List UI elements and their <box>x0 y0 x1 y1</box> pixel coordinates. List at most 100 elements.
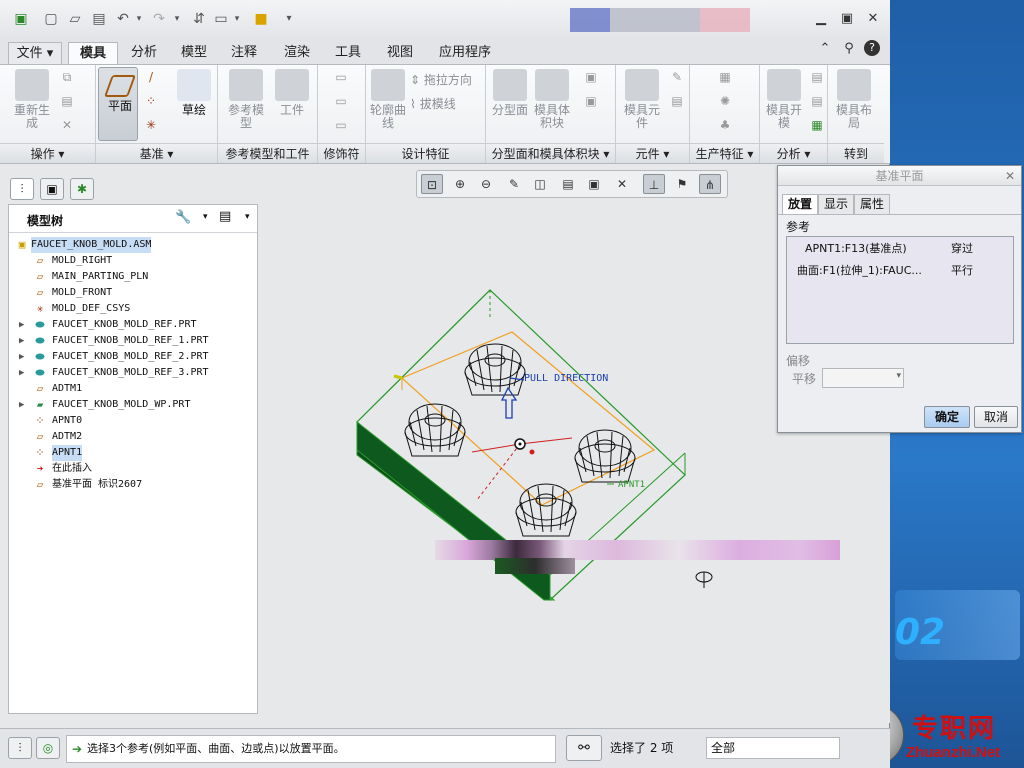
tab-tools[interactable]: 工具 <box>326 42 370 64</box>
point-icon[interactable]: ⁘ <box>142 93 160 109</box>
display-style-icon[interactable]: ◫ <box>529 174 551 194</box>
draft-line-button[interactable]: ⌇ 拔模线 <box>410 95 456 112</box>
tab-applications[interactable]: 应用程序 <box>430 42 500 64</box>
reference-model-button[interactable]: 参考模型 <box>224 69 268 130</box>
redo-icon[interactable]: ↷ <box>150 10 168 28</box>
open-file-icon[interactable]: ▱ <box>66 10 84 28</box>
mold-layout-button[interactable]: 模具布局 <box>834 69 874 130</box>
tree-show-icon[interactable]: ▤ <box>219 209 231 224</box>
minimize-ribbon-icon[interactable]: ⌃ <box>816 40 834 58</box>
tab-display[interactable]: 显示 <box>818 194 855 214</box>
expand-arrow-icon[interactable]: ▶ <box>19 333 24 349</box>
dialog-close-icon[interactable]: ✕ <box>1005 166 1015 186</box>
save-icon[interactable]: ▤ <box>90 10 108 28</box>
tab-model[interactable]: 模型 <box>172 42 216 64</box>
tab-file[interactable]: 文件 ▾ <box>8 42 62 64</box>
analysis-tool-2-icon[interactable]: ▤ <box>808 93 826 109</box>
repaint-icon[interactable]: ✎ <box>503 174 525 194</box>
ok-button[interactable]: 确定 <box>924 406 970 428</box>
regenerate-qat-icon[interactable]: ⇵ <box>190 10 208 28</box>
parting-tool-1-icon[interactable]: ▣ <box>582 69 600 85</box>
drag-direction-button[interactable]: ⇕ 拖拉方向 <box>410 71 472 88</box>
group-parting-label[interactable]: 分型面和模具体积块 ▾ <box>486 143 615 163</box>
zoom-out-icon[interactable]: ⊖ <box>475 174 497 194</box>
copy-icon[interactable]: ⧉ <box>58 69 76 85</box>
windows-icon[interactable]: ▭ <box>212 10 230 28</box>
references-list[interactable]: APNT1:F13(基准点) 穿过 曲面:F1(拉伸_1):FAUC... 平行 <box>786 236 1014 344</box>
parting-surface-button[interactable]: 分型面 <box>490 69 530 117</box>
tree-settings-icon[interactable]: 🔧 <box>175 210 191 225</box>
favorites-tab-icon[interactable]: ✱ <box>70 178 94 200</box>
profile-curve-button[interactable]: 轮廓曲线 <box>368 69 408 130</box>
modifier-3-icon[interactable]: ▭ <box>332 117 350 133</box>
modifier-1-icon[interactable]: ▭ <box>332 69 350 85</box>
csys-icon[interactable]: ✳ <box>142 117 160 133</box>
app-icon[interactable]: ▣ <box>12 10 30 28</box>
redo-dropdown-icon[interactable]: ▾ <box>172 10 182 28</box>
group-operations-label[interactable]: 操作 ▾ <box>0 143 95 163</box>
annotation-display-icon[interactable]: ⚑ <box>671 174 693 194</box>
offset-value-field[interactable]: ▾ <box>822 368 904 388</box>
component-tool-1-icon[interactable]: ✎ <box>668 69 686 85</box>
expand-arrow-icon[interactable]: ▶ <box>19 365 24 381</box>
plane-button[interactable]: 平面 <box>100 69 140 113</box>
close-window-button[interactable]: ✕ <box>864 10 882 28</box>
reference-row[interactable]: APNT1:F13(基准点) 穿过 <box>805 241 973 257</box>
view-manager-icon[interactable]: ▣ <box>583 174 605 194</box>
production-tool-1-icon[interactable]: ▦ <box>716 69 734 85</box>
point-display-icon[interactable]: ⋔ <box>699 174 721 194</box>
reference-row[interactable]: 曲面:F1(拉伸_1):FAUC... 平行 <box>797 263 973 279</box>
new-file-icon[interactable]: ▢ <box>42 10 60 28</box>
tree-show-dropdown-icon[interactable]: ▾ <box>245 212 250 222</box>
folder-icon[interactable]: ■ <box>252 10 270 28</box>
regenerate-button[interactable]: 重新生成 <box>10 69 54 130</box>
tab-placement[interactable]: 放置 <box>782 194 819 214</box>
datum-display-icon[interactable]: ✕ <box>611 174 633 194</box>
analysis-tool-1-icon[interactable]: ▤ <box>808 69 826 85</box>
tab-view[interactable]: 视图 <box>378 42 422 64</box>
reference-constraint[interactable]: 平行 <box>951 263 973 279</box>
group-components-label[interactable]: 元件 ▾ <box>616 143 689 163</box>
undo-icon[interactable]: ↶ <box>114 10 132 28</box>
minimize-button[interactable]: ▁ <box>812 10 830 28</box>
model-tree-tab-icon[interactable]: ⫶ <box>10 178 34 200</box>
spin-center-icon[interactable]: ⊥ <box>643 174 665 194</box>
zoom-in-icon[interactable]: ⊕ <box>449 174 471 194</box>
windows-dropdown-icon[interactable]: ▾ <box>232 10 242 28</box>
expand-arrow-icon[interactable]: ▶ <box>19 397 24 413</box>
group-datum-label[interactable]: 基准 ▾ <box>96 143 217 163</box>
folder-browser-tab-icon[interactable]: ▣ <box>40 178 64 200</box>
group-analysis-label[interactable]: 分析 ▾ <box>760 143 827 163</box>
mold-open-button[interactable]: 模具开模 <box>764 69 804 130</box>
axis-icon[interactable]: / <box>142 69 160 85</box>
saved-orientations-icon[interactable]: ▤ <box>557 174 579 194</box>
help-icon[interactable]: ? <box>864 40 880 56</box>
binoculars-icon[interactable]: ⚯ <box>566 735 602 761</box>
show-navigator-icon[interactable]: ⫶ <box>8 737 32 759</box>
component-tool-2-icon[interactable]: ▤ <box>668 93 686 109</box>
workpiece-button[interactable]: 工件 <box>272 69 312 117</box>
refit-icon[interactable]: ⊡ <box>421 174 443 194</box>
paste-icon[interactable]: ▤ <box>58 93 76 109</box>
undo-dropdown-icon[interactable]: ▾ <box>134 10 144 28</box>
maximize-button[interactable]: ▣ <box>838 10 856 28</box>
modifier-2-icon[interactable]: ▭ <box>332 93 350 109</box>
tab-mold[interactable]: 模具 <box>68 42 118 64</box>
tab-analysis[interactable]: 分析 <box>122 42 166 64</box>
tree-settings-dropdown-icon[interactable]: ▾ <box>203 212 208 222</box>
cancel-button[interactable]: 取消 <box>974 406 1018 428</box>
selection-filter[interactable]: 全部 <box>706 737 840 759</box>
production-tool-2-icon[interactable]: ✺ <box>716 93 734 109</box>
mold-component-button[interactable]: 模具元件 <box>620 69 664 130</box>
reference-constraint[interactable]: 穿过 <box>951 241 973 257</box>
analysis-tool-3-icon[interactable]: ▦ <box>808 117 826 133</box>
show-browser-icon[interactable]: ◎ <box>36 737 60 759</box>
tab-annotate[interactable]: 注释 <box>222 42 266 64</box>
sketch-button[interactable]: 草绘 <box>174 69 214 117</box>
tab-render[interactable]: 渲染 <box>275 42 319 64</box>
parting-tool-2-icon[interactable]: ▣ <box>582 93 600 109</box>
customize-qat-icon[interactable]: ▾ <box>280 10 298 28</box>
expand-arrow-icon[interactable]: ▶ <box>19 349 24 365</box>
production-tool-3-icon[interactable]: ♣ <box>716 117 734 133</box>
expand-arrow-icon[interactable]: ▶ <box>19 317 24 333</box>
